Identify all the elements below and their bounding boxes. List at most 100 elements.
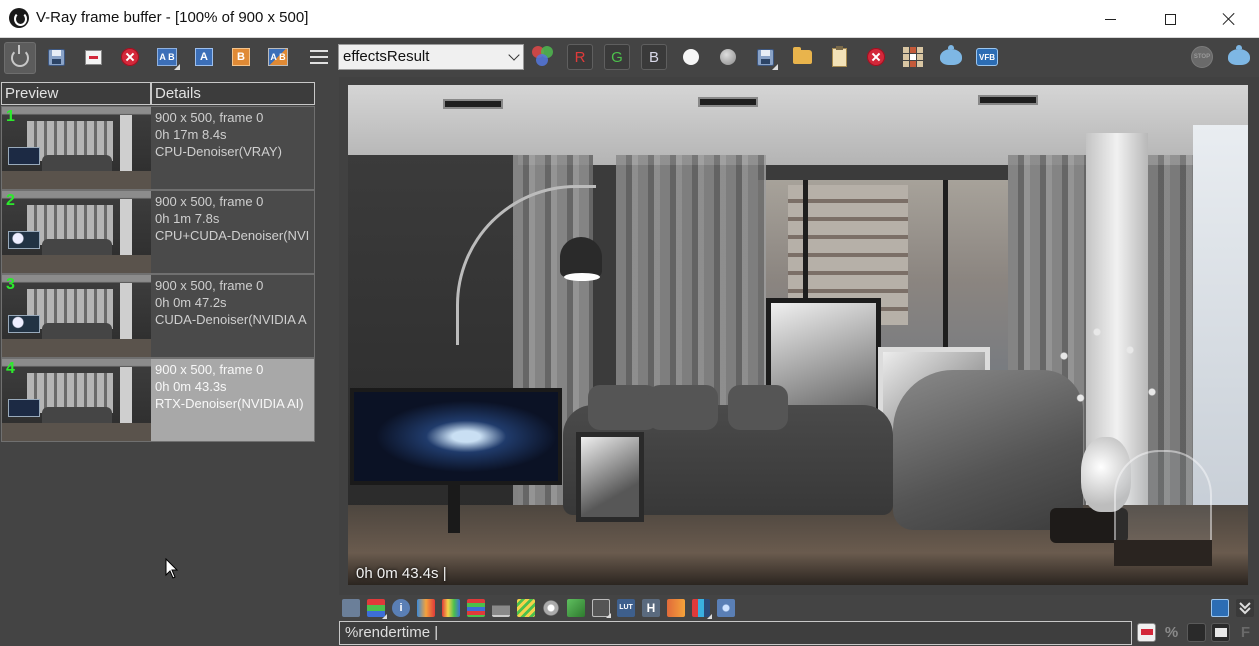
save-image-button[interactable]	[43, 44, 69, 70]
history-resolution: 900 x 500, frame 0	[155, 362, 264, 377]
curves-button[interactable]	[517, 599, 535, 617]
open-file-button[interactable]	[789, 44, 815, 70]
color-mode-button[interactable]	[530, 44, 556, 70]
minimize-button[interactable]	[1080, 0, 1140, 38]
lens-effects-button[interactable]	[667, 599, 685, 617]
green-channel-button[interactable]: G	[604, 44, 630, 70]
history-resolution: 900 x 500, frame 0	[155, 194, 264, 209]
filmic-button[interactable]	[692, 599, 712, 619]
history-details: 900 x 500, frame 0 0h 1m 7.8s CPU+CUDA-D…	[155, 193, 314, 244]
render-button[interactable]	[1226, 44, 1252, 70]
rendered-image: 0h 0m 43.4s |	[348, 85, 1248, 585]
copy-to-clipboard-button[interactable]	[826, 44, 852, 70]
swap-ab-button[interactable]: A B	[265, 44, 291, 70]
insert-variable-button[interactable]: %	[1162, 623, 1181, 642]
details-column-header[interactable]: Details	[151, 82, 315, 105]
image-info-button[interactable]	[342, 599, 360, 617]
vfb-panel-icon: VFB	[976, 48, 998, 66]
clipboard-icon	[831, 45, 847, 67]
history-details: 900 x 500, frame 0 0h 0m 43.3s RTX-Denoi…	[155, 361, 314, 412]
dropdown-corner-icon	[174, 64, 180, 70]
main-toolbar: A B A B A B effectsResult R G B VFB STOP	[0, 39, 1259, 75]
red-channel-button[interactable]: R	[567, 44, 593, 70]
window-title: V-Ray frame buffer - [100% of 900 x 500]	[36, 9, 309, 26]
color-balance-button[interactable]	[467, 599, 485, 617]
ceiling-spotlight-icon	[978, 95, 1038, 105]
history-denoiser: CUDA-Denoiser(NVIDIA A	[155, 312, 307, 327]
history-details: 900 x 500, frame 0 0h 0m 47.2s CUDA-Deno…	[155, 277, 314, 328]
lut-button[interactable]: LUT	[617, 599, 635, 617]
close-window-button[interactable]	[1199, 0, 1259, 38]
blue-channel-button[interactable]: B	[641, 44, 667, 70]
set-a-button[interactable]: A	[191, 44, 217, 70]
mono-button[interactable]	[715, 44, 741, 70]
stamp-color-button[interactable]	[1187, 623, 1206, 642]
vfb-settings-button[interactable]: VFB	[974, 44, 1000, 70]
collapse-panel-button[interactable]	[1236, 599, 1254, 617]
bottom-toolbar: i LUT H	[339, 596, 1259, 620]
preview-column-header[interactable]: Preview	[1, 82, 151, 105]
stamp-toggle-button[interactable]	[1137, 623, 1156, 642]
hsl-button[interactable]	[442, 599, 460, 617]
info-button[interactable]: i	[392, 599, 410, 617]
exposure-button[interactable]	[417, 599, 435, 617]
ocio-button[interactable]: H	[642, 599, 660, 617]
bloom-glare-button[interactable]	[542, 599, 560, 617]
maximize-button[interactable]	[1140, 0, 1200, 38]
grey-circle-icon	[720, 49, 736, 65]
a-icon: A	[195, 48, 213, 66]
history-item[interactable]: 1 900 x 500, frame 0 0h 17m 8.4s CPU-Den…	[1, 106, 315, 190]
history-denoiser: CPU+CUDA-Denoiser(NVI	[155, 228, 310, 243]
region-grid-icon	[903, 47, 923, 67]
history-render-time: 0h 17m 8.4s	[155, 127, 227, 142]
curve-adjust-button[interactable]	[592, 599, 611, 618]
stamp-expression-input[interactable]: %rendertime |	[339, 621, 1132, 645]
history-thumbnail	[2, 191, 151, 273]
ab-compare-button[interactable]: A B	[154, 44, 180, 70]
menu-button[interactable]	[306, 44, 332, 70]
render-interactive-button[interactable]	[938, 44, 964, 70]
render-viewport[interactable]: 0h 0m 43.4s |	[339, 77, 1259, 595]
history-render-time: 0h 0m 47.2s	[155, 295, 227, 310]
clear-icon	[121, 48, 139, 66]
history-details: 900 x 500, frame 0 0h 17m 8.4s CPU-Denoi…	[155, 109, 314, 160]
history-thumbnail	[2, 107, 151, 189]
clear-button-2[interactable]	[863, 44, 889, 70]
stamp-font-button[interactable]: F	[1236, 623, 1255, 642]
sharpen-button[interactable]	[717, 599, 735, 617]
history-header: Preview Details	[1, 82, 315, 105]
levels-button[interactable]	[492, 599, 510, 617]
layers-button[interactable]	[367, 599, 387, 619]
history-thumbnail	[2, 275, 151, 357]
render-toggle-button[interactable]	[4, 42, 36, 74]
hamburger-menu-icon	[310, 50, 328, 64]
stop-render-button[interactable]: STOP	[1189, 44, 1215, 70]
title-bar: V-Ray frame buffer - [100% of 900 x 500]	[0, 0, 1259, 38]
load-image-button[interactable]	[80, 44, 106, 70]
render-channel-select[interactable]: effectsResult	[338, 44, 524, 70]
history-number: 4	[6, 360, 15, 377]
load-image-icon	[84, 49, 102, 65]
stamp-background-button[interactable]	[1211, 623, 1230, 642]
clear-image-button[interactable]	[117, 44, 143, 70]
history-item[interactable]: 3 900 x 500, frame 0 0h 0m 47.2s CUDA-De…	[1, 274, 315, 358]
history-item-selected[interactable]: 4 900 x 500, frame 0 0h 0m 43.3s RTX-Den…	[1, 358, 315, 442]
power-icon	[11, 45, 29, 67]
region-render-button[interactable]	[900, 44, 926, 70]
teapot-icon	[940, 45, 962, 65]
swap-ab-icon: A B	[268, 48, 288, 66]
green-channel-label: G	[604, 44, 630, 70]
render-channel-value: effectsResult	[343, 48, 430, 65]
render-history-panel: Preview Details 1 900 x 500, frame 0 0h …	[0, 81, 316, 442]
ceiling-spotlight-icon	[698, 97, 758, 107]
history-denoiser: RTX-Denoiser(NVIDIA AI)	[155, 396, 304, 411]
history-item[interactable]: 2 900 x 500, frame 0 0h 1m 7.8s CPU+CUDA…	[1, 190, 315, 274]
stamp-background-icon	[1215, 628, 1227, 637]
white-balance-button[interactable]	[678, 44, 704, 70]
red-channel-label: R	[567, 44, 593, 70]
background-button[interactable]	[567, 599, 585, 617]
white-circle-icon	[683, 49, 699, 65]
panel-toggle-button[interactable]	[1211, 599, 1229, 617]
save-channel-button[interactable]	[752, 44, 778, 70]
set-b-button[interactable]: B	[228, 44, 254, 70]
